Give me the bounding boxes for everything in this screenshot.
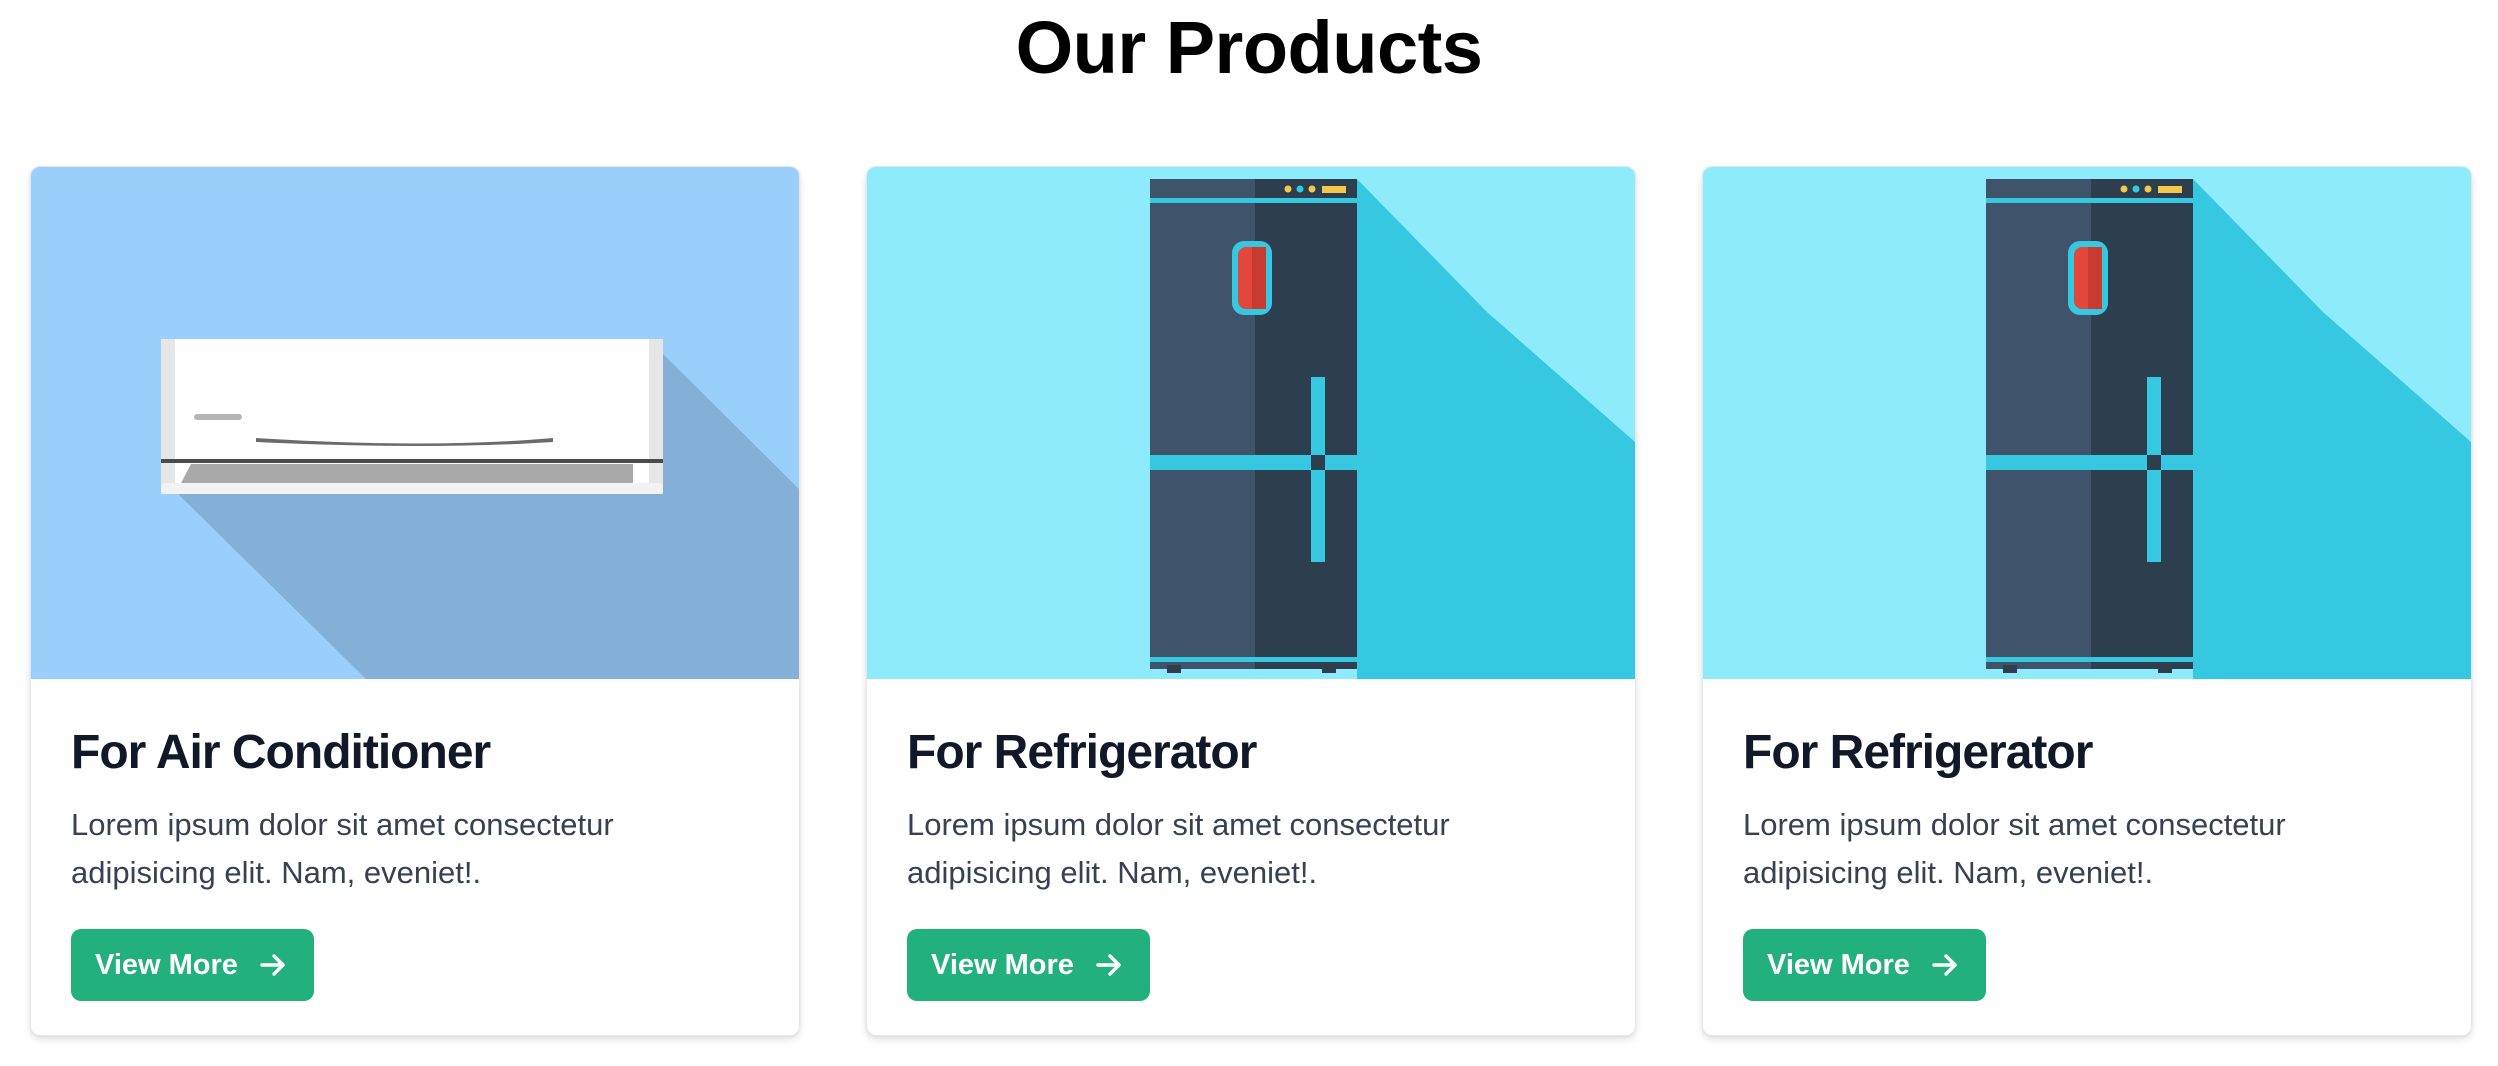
view-more-label: View More <box>1767 948 1910 981</box>
refrigerator-illustration <box>867 167 1635 679</box>
card-description: Lorem ipsum dolor sit amet consectetur a… <box>71 807 614 890</box>
card-title: For Air Conditioner <box>71 726 491 779</box>
page-title: Our Products <box>1015 6 1483 89</box>
card-description: Lorem ipsum dolor sit amet consectetur a… <box>1743 807 2286 890</box>
product-card: For Refrigerator Lorem ipsum dolor sit a… <box>1702 166 2472 1036</box>
card-body: For Refrigerator Lorem ipsum dolor sit a… <box>1703 679 2471 1001</box>
refrigerator-illustration <box>1703 167 2471 679</box>
products-page: Our Products For Air Conditioner Lorem i… <box>0 0 2498 1066</box>
air-conditioner-illustration <box>31 167 799 679</box>
card-body: For Refrigerator Lorem ipsum dolor sit a… <box>867 679 1635 1001</box>
view-more-button[interactable]: View More <box>907 929 1150 1001</box>
view-more-label: View More <box>95 948 238 981</box>
view-more-button[interactable]: View More <box>1743 929 1986 1001</box>
card-body: For Air Conditioner Lorem ipsum dolor si… <box>31 679 799 1001</box>
view-more-label: View More <box>931 948 1074 981</box>
card-title: For Refrigerator <box>907 726 1257 779</box>
card-description: Lorem ipsum dolor sit amet consectetur a… <box>907 807 1450 890</box>
product-card: For Air Conditioner Lorem ipsum dolor si… <box>30 166 800 1036</box>
product-card: For Refrigerator Lorem ipsum dolor sit a… <box>866 166 1636 1036</box>
arrow-right-icon <box>1930 950 1960 980</box>
arrow-right-icon <box>258 950 288 980</box>
product-card-list: For Air Conditioner Lorem ipsum dolor si… <box>30 166 2472 1036</box>
view-more-button[interactable]: View More <box>71 929 314 1001</box>
card-title: For Refrigerator <box>1743 726 2093 779</box>
arrow-right-icon <box>1094 950 1124 980</box>
